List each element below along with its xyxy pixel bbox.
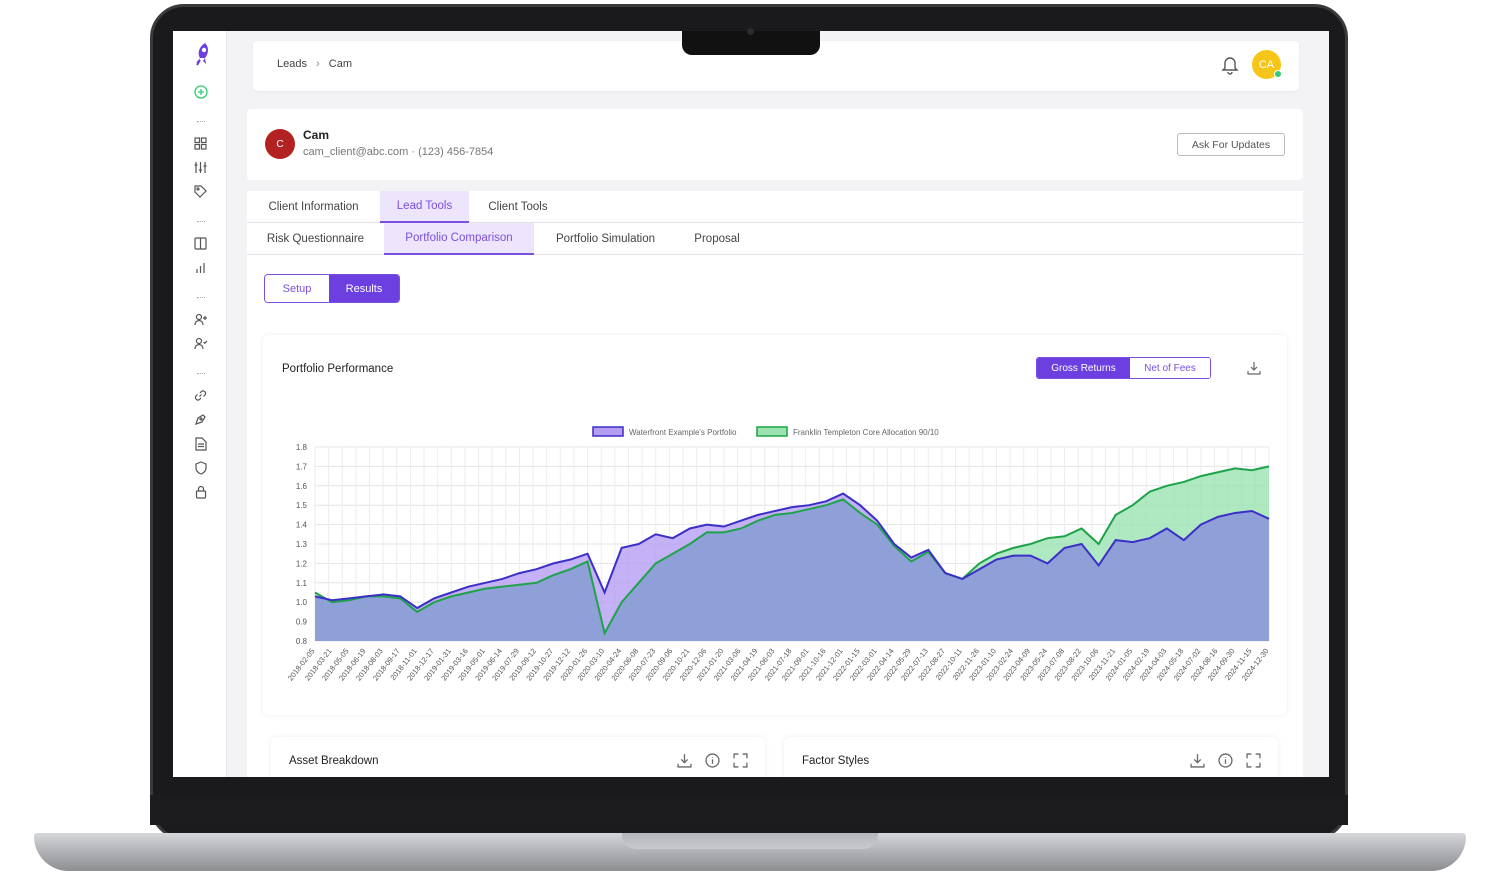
lock-icon[interactable] [192,483,209,500]
main-content: Setup Results Portfolio Performance Gros… [247,255,1303,777]
laptop-opening-groove [622,833,878,849]
download-icon[interactable] [1190,753,1205,768]
y-tick-label: 1.2 [296,559,308,568]
results-button[interactable]: Results [329,275,399,302]
gross-returns-button[interactable]: Gross Returns [1037,358,1130,378]
grid-icon[interactable] [192,135,209,152]
secondary-tabs: Risk Questionnaire Portfolio Comparison … [247,223,1303,255]
document-icon[interactable] [192,435,209,452]
setup-button[interactable]: Setup [265,275,329,302]
setup-results-toggle: Setup Results [264,274,400,303]
user-avatar[interactable]: CA [1252,50,1282,79]
info-icon[interactable] [705,753,720,768]
tag-icon[interactable] [192,183,209,200]
performance-chart: 0.80.91.01.11.21.31.41.51.61.71.82018-02… [286,426,1271,682]
user-plus-icon[interactable] [192,311,209,328]
sidebar [173,31,227,777]
bell-icon[interactable] [1221,55,1239,75]
y-tick-label: 1.7 [296,462,308,471]
factor-styles-title: Factor Styles [802,755,870,767]
net-of-fees-button[interactable]: Net of Fees [1130,358,1210,378]
online-status-dot [1274,70,1282,78]
client-avatar: C [265,129,295,159]
y-tick-label: 1.4 [296,521,308,530]
rocket-logo-icon[interactable] [191,41,213,71]
returns-toggle: Gross Returns Net of Fees [1036,357,1211,379]
y-tick-label: 0.8 [296,637,308,646]
y-tick-label: 1.5 [296,501,308,510]
portfolio-performance-title: Portfolio Performance [282,363,394,375]
expand-icon[interactable] [733,753,748,768]
user-check-icon[interactable] [192,335,209,352]
add-circle-icon[interactable] [192,83,209,100]
app-screen: Leads › Cam CA C Cam cam_client@abc.com … [173,31,1329,777]
y-tick-label: 0.9 [296,618,308,627]
bar-chart-icon[interactable] [192,259,209,276]
y-tick-label: 1.6 [296,482,308,491]
download-icon[interactable] [677,753,692,768]
y-tick-label: 1.8 [296,443,308,452]
sidebar-divider [197,221,205,223]
y-tick-label: 1.0 [296,598,308,607]
tab-client-information[interactable]: Client Information [247,191,380,223]
tab-risk-questionnaire[interactable]: Risk Questionnaire [247,223,384,255]
tab-portfolio-simulation[interactable]: Portfolio Simulation [534,223,677,255]
breadcrumb-leads-link[interactable]: Leads [277,58,307,70]
shield-icon[interactable] [192,459,209,476]
client-name: Cam [303,128,330,142]
breadcrumb-current: Cam [328,58,353,70]
info-icon[interactable] [1218,753,1233,768]
breadcrumb: Leads › Cam [277,58,358,70]
client-header-card: C Cam cam_client@abc.com · (123) 456-785… [247,109,1303,180]
y-tick-label: 1.1 [296,579,308,588]
breadcrumb-separator: › [316,58,320,70]
laptop-bezel-bottom [150,795,1348,825]
asset-breakdown-title: Asset Breakdown [289,755,379,767]
book-icon[interactable] [192,235,209,252]
laptop-frame: Leads › Cam CA C Cam cam_client@abc.com … [0,0,1500,877]
download-icon[interactable] [1247,361,1261,375]
tab-client-tools[interactable]: Client Tools [469,191,567,223]
tab-portfolio-comparison[interactable]: Portfolio Comparison [384,223,534,255]
primary-tabs: Client Information Lead Tools Client Too… [247,191,1303,223]
link-icon[interactable] [192,387,209,404]
expand-icon[interactable] [1246,753,1261,768]
sidebar-divider [197,297,205,299]
y-tick-label: 1.3 [296,540,308,549]
sidebar-divider [197,373,205,375]
sidebar-divider [197,121,205,123]
portfolio-performance-card: Portfolio Performance Gross Returns Net … [263,335,1287,715]
legend-swatch [756,426,788,437]
legend-label: Waterfront Example's Portfolio [629,428,737,437]
legend-swatch [592,426,624,437]
user-avatar-initials: CA [1258,58,1275,71]
ask-for-updates-button[interactable]: Ask For Updates [1177,133,1285,156]
camera-icon [747,28,754,35]
pen-tool-icon[interactable] [192,411,209,428]
factor-styles-card: Factor Styles [784,737,1278,777]
client-contact-info: cam_client@abc.com · (123) 456-7854 [303,146,494,158]
sliders-icon[interactable] [192,159,209,176]
tab-lead-tools[interactable]: Lead Tools [380,191,469,223]
legend-label: Franklin Templeton Core Allocation 90/10 [793,428,939,437]
asset-breakdown-card: Asset Breakdown [271,737,765,777]
tab-proposal[interactable]: Proposal [677,223,757,255]
